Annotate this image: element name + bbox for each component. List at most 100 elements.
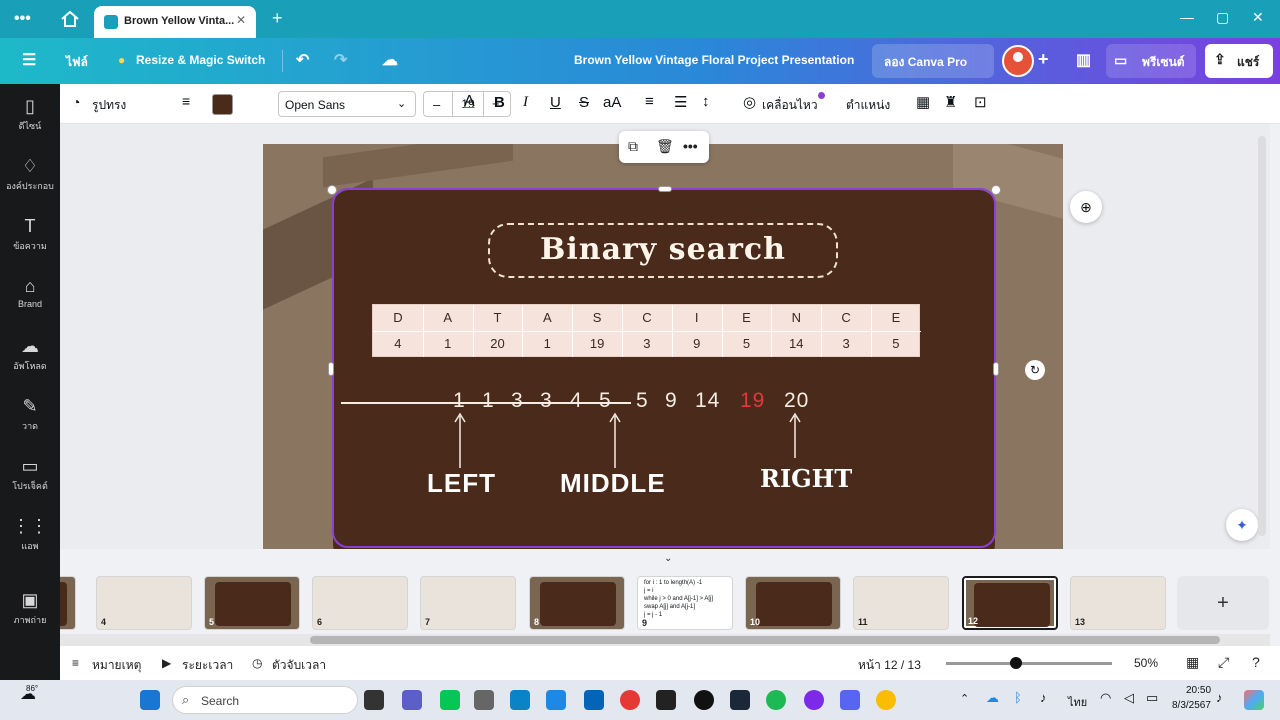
volume-icon[interactable]: ◁ <box>1124 690 1134 706</box>
app-icon[interactable] <box>694 690 714 710</box>
bold-icon[interactable]: B <box>494 94 505 111</box>
add-collaborator-icon[interactable]: + <box>1038 49 1049 70</box>
list-icon[interactable]: ☰ <box>674 93 687 111</box>
sidebar-item-draw[interactable]: ✎ วาด <box>0 396 60 433</box>
language-indicator[interactable]: ไทย <box>1068 693 1087 711</box>
left-label[interactable]: LEFT <box>427 468 496 499</box>
line-icon[interactable] <box>440 690 460 710</box>
mail-icon[interactable] <box>584 690 604 710</box>
app-icon[interactable] <box>656 690 676 710</box>
transparency-icon[interactable]: ▦ <box>916 93 930 111</box>
battery-icon[interactable]: ▭ <box>1146 690 1158 706</box>
page-thumbnail[interactable]: 7 <box>420 576 516 630</box>
teams-icon[interactable] <box>402 690 422 710</box>
lock-icon[interactable]: ⊡ <box>974 93 987 111</box>
right-label[interactable]: RIGHT <box>760 464 852 493</box>
notification-bell-icon[interactable]: ♪ <box>1216 690 1223 705</box>
explorer-icon[interactable] <box>546 690 566 710</box>
page-thumbnail[interactable]: 11 <box>853 576 949 630</box>
spotify-icon[interactable] <box>766 690 786 710</box>
maximize-icon[interactable]: ▢ <box>1216 9 1229 26</box>
sidebar-item-design[interactable]: ▯ ดีไซน์ <box>0 96 60 133</box>
edge-icon[interactable] <box>510 690 530 710</box>
resize-handle[interactable] <box>991 185 1001 195</box>
new-tab-icon[interactable]: + <box>272 8 283 29</box>
strikethrough-icon[interactable]: S <box>579 94 589 111</box>
animate-button[interactable]: เคลื่อนไหว <box>762 96 818 115</box>
sidebar-item-projects[interactable]: ▭ โปรเจ็คต์ <box>0 456 60 493</box>
microphone-icon[interactable]: ♪ <box>1040 690 1047 705</box>
sidebar-item-text[interactable]: T ข้อความ <box>0 216 60 253</box>
page-thumbnail[interactable]: 13 <box>1070 576 1166 630</box>
chrome-profile-icon[interactable] <box>876 690 896 710</box>
chrome-icon[interactable] <box>620 690 640 710</box>
page-thumbnail[interactable]: 4 <box>96 576 192 630</box>
menu-dots-icon[interactable]: ••• <box>14 10 31 28</box>
steam-icon[interactable] <box>730 690 750 710</box>
camera-icon[interactable] <box>474 690 494 710</box>
sidebar-item-photos[interactable]: ▣ ภาพถ่าย <box>0 590 60 627</box>
task-view-icon[interactable] <box>364 690 384 710</box>
resize-button[interactable]: Resize & Magic Switch <box>136 53 265 67</box>
zoom-slider[interactable] <box>946 657 1112 669</box>
decrease-size-button[interactable]: – <box>433 97 440 112</box>
italic-icon[interactable]: I <box>523 94 528 111</box>
home-icon[interactable] <box>60 10 80 28</box>
start-icon[interactable] <box>140 690 160 710</box>
insights-chart-icon[interactable]: ▥ <box>1076 50 1091 70</box>
discord-icon[interactable] <box>840 690 860 710</box>
shape-button[interactable]: รูปทรง <box>92 96 126 115</box>
page-thumbnail-selected[interactable]: 12 <box>962 576 1058 630</box>
clock-date[interactable]: 8/3/2567 <box>1172 700 1211 711</box>
page-indicator[interactable]: หน้า 12 / 13 <box>858 656 921 675</box>
help-icon[interactable]: ? <box>1252 654 1260 670</box>
page-thumbnail[interactable]: for i : 1 to length(A) -1 j = i while j … <box>637 576 733 630</box>
resize-handle[interactable] <box>328 362 334 376</box>
close-tab-icon[interactable]: ✕ <box>236 13 246 27</box>
add-page-button[interactable]: + <box>1177 576 1269 630</box>
text-color-icon[interactable]: A <box>464 93 475 111</box>
align-center-icon[interactable]: ≡ <box>645 93 654 110</box>
rotate-icon[interactable]: ↻ <box>1025 360 1045 380</box>
letter-case-icon[interactable]: aA <box>603 94 621 111</box>
close-window-icon[interactable]: ✕ <box>1252 9 1264 26</box>
resize-handle[interactable] <box>658 186 672 192</box>
duration-button[interactable]: ระยะเวลา <box>182 656 233 675</box>
sidebar-item-brand[interactable]: ⌂ Brand <box>0 276 60 309</box>
middle-label[interactable]: MIDDLE <box>560 468 666 499</box>
sidebar-item-apps[interactable]: ⋮⋮ แอพ <box>0 516 60 553</box>
chevron-up-icon[interactable]: ⌃ <box>960 692 969 705</box>
cloud-save-icon[interactable]: ☁ <box>382 50 398 70</box>
border-style-icon[interactable]: ≡ <box>182 93 190 109</box>
line-spacing-icon[interactable]: ↕ <box>702 93 710 110</box>
try-pro-button[interactable]: ลอง Canva Pro <box>872 44 994 78</box>
share-button[interactable]: ⇪ แชร์ <box>1205 44 1273 78</box>
resize-handle[interactable] <box>327 185 337 195</box>
collapse-pages-icon[interactable]: ⌄ <box>664 553 672 564</box>
notes-button[interactable]: หมายเหตุ <box>92 656 141 675</box>
paint-format-icon[interactable]: ♜ <box>944 93 957 111</box>
page-thumbnail[interactable] <box>60 576 76 630</box>
wifi-icon[interactable]: ◠ <box>1100 690 1111 706</box>
hamburger-menu-icon[interactable]: ☰ <box>22 50 36 70</box>
fill-color-swatch[interactable] <box>212 94 233 115</box>
page-thumbnail[interactable]: 5 <box>204 576 300 630</box>
timer-button[interactable]: ตัวจับเวลา <box>272 656 326 675</box>
slide[interactable]: Binary search D A T A S C I E N C E 4 1 20 1 19 3 9 5 14 3 5 … <box>263 144 1063 549</box>
taskbar-search[interactable]: ⌕ Search <box>172 686 358 714</box>
more-options-icon[interactable]: ••• <box>683 138 698 154</box>
copilot-icon[interactable] <box>1244 690 1264 710</box>
magic-assistant-icon[interactable]: ✦ <box>1226 509 1258 541</box>
add-comment-icon[interactable]: ⊕ <box>1070 191 1102 223</box>
position-button[interactable]: ตำแหน่ง <box>846 96 890 115</box>
data-table[interactable]: D A T A S C I E N C E 4 1 20 1 19 3 9 5 14 3 5 <box>372 304 921 357</box>
present-button[interactable]: ▭ พรีเซนต์ <box>1106 44 1196 78</box>
bluetooth-icon[interactable]: ᛒ <box>1014 690 1022 705</box>
resize-handle[interactable] <box>993 362 999 376</box>
file-menu[interactable]: ไฟล์ <box>66 53 88 72</box>
zoom-slider-thumb[interactable] <box>1010 657 1022 669</box>
sidebar-item-elements[interactable]: ♢ องค์ประกอบ <box>0 156 60 193</box>
page-thumbnail[interactable]: 8 <box>529 576 625 630</box>
undo-icon[interactable]: ↶ <box>296 50 309 70</box>
slide-title[interactable]: Binary search <box>488 223 838 278</box>
